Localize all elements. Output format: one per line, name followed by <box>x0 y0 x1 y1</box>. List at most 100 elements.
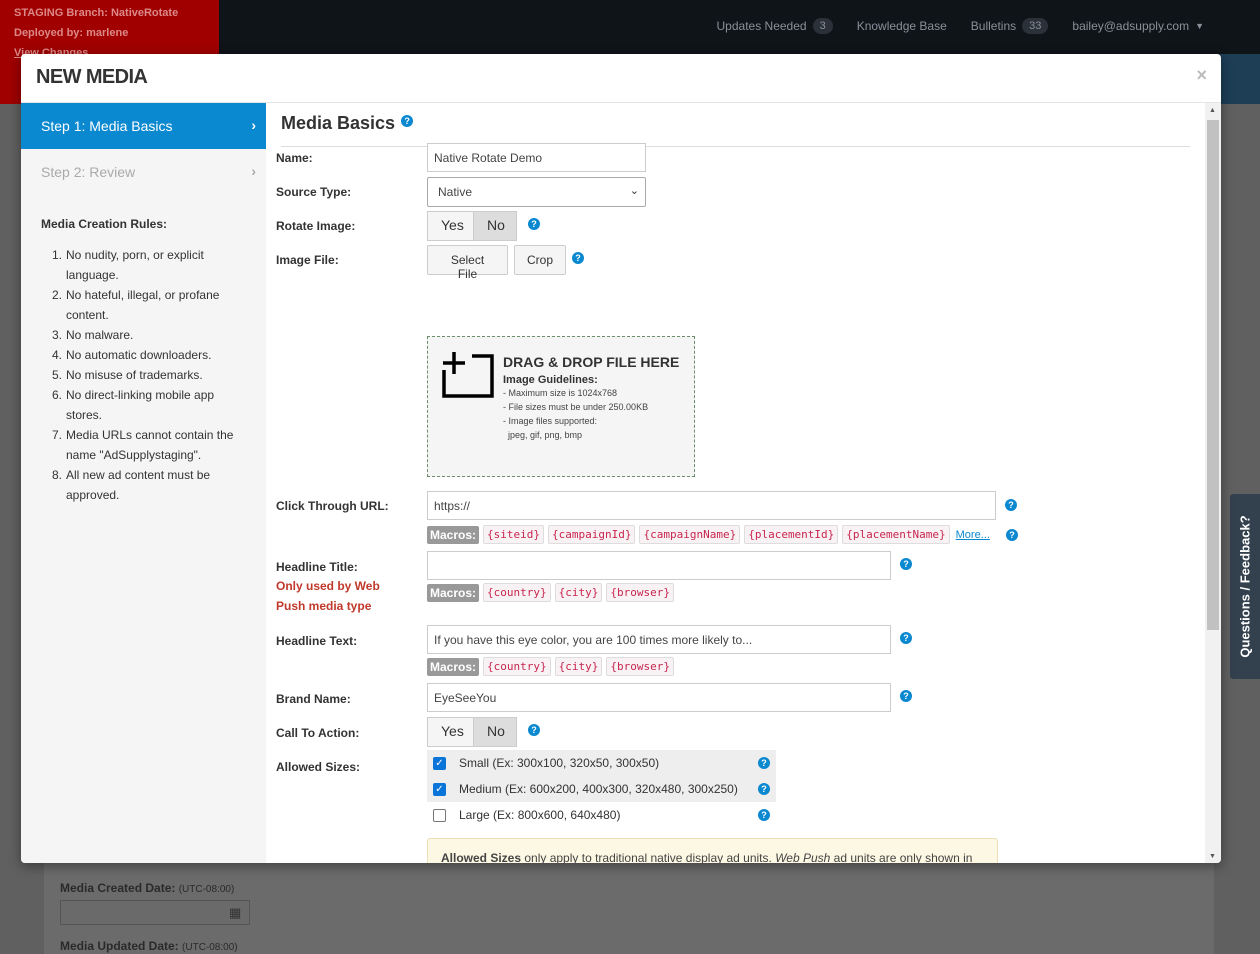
new-media-modal: NEW MEDIA × Step 1: Media Basics › Step … <box>21 54 1221 863</box>
rule-number: 1. <box>51 248 62 262</box>
feedback-tab[interactable]: Questions / Feedback? <box>1230 494 1260 679</box>
modal-scrollbar[interactable]: ▲ ▼ <box>1205 103 1221 863</box>
rotate-no-button[interactable]: No <box>473 211 517 241</box>
crop-button[interactable]: Crop <box>514 245 566 275</box>
media-basics-form: Media Basics ? Name: Native Rotate Demo … <box>266 103 1205 863</box>
macro-chip[interactable]: {siteid} <box>483 525 544 544</box>
size-option[interactable]: ✓ Small (Ex: 300x100, 320x50, 300x50)? <box>427 750 776 776</box>
headline-title-input[interactable] <box>427 551 891 580</box>
select-file-button[interactable]: Select File <box>427 245 508 281</box>
rule-text: No hateful, illegal, or profane content. <box>66 285 219 325</box>
caret-down-icon: ▼ <box>1195 21 1204 31</box>
nav-knowledge-base[interactable]: Knowledge Base <box>857 19 947 33</box>
wizard-sidebar: Step 1: Media Basics › Step 2: Review › … <box>21 103 266 863</box>
modal-title: NEW MEDIA <box>36 66 148 88</box>
scroll-down-icon[interactable]: ▼ <box>1209 853 1216 860</box>
image-file-label: Image File: <box>276 253 339 267</box>
headline-text-input[interactable]: If you have this eye color, you are 100 … <box>427 625 891 654</box>
media-updated-label: Media Updated Date: (UTC-08:00) <box>60 939 238 953</box>
rule-text: No automatic downloaders. <box>66 345 211 365</box>
guideline-max-size: - Maximum size is 1024x768 <box>503 388 618 398</box>
step-label: Step 1: Media Basics <box>41 118 173 134</box>
nav-updates-label: Updates Needed <box>716 19 807 33</box>
more-macros-link[interactable]: More... <box>956 529 990 541</box>
rule-line: No hateful, illegal, or profane <box>66 288 220 302</box>
rule-number: 3. <box>51 328 62 342</box>
help-icon[interactable]: ? <box>528 218 540 230</box>
rule-item: 6. No direct-linking mobile app stores. <box>41 385 246 425</box>
size-option[interactable]: Large (Ex: 800x600, 640x480)? <box>427 802 776 828</box>
dropzone-guidelines-title: Image Guidelines: <box>503 374 598 386</box>
rotate-yes-button[interactable]: Yes <box>427 211 474 241</box>
rule-text: All new ad content must be approved. <box>66 465 210 505</box>
bulletins-count-badge: 33 <box>1022 18 1049 34</box>
macro-chip[interactable]: {country} <box>483 657 551 676</box>
cta-no-button[interactable]: No <box>473 717 517 747</box>
step-media-basics[interactable]: Step 1: Media Basics › <box>21 103 266 149</box>
macro-chip[interactable]: {country} <box>483 583 551 602</box>
help-icon[interactable]: ? <box>758 783 770 795</box>
top-nav-links: Updates Needed 3 Knowledge Base Bulletin… <box>717 18 1204 34</box>
cta-yes-button[interactable]: Yes <box>427 717 474 747</box>
help-icon[interactable]: ? <box>1005 499 1017 511</box>
close-icon[interactable]: × <box>1196 65 1207 86</box>
rule-item: 1. No nudity, porn, or explicit language. <box>41 245 246 285</box>
size-option[interactable]: ✓ Medium (Ex: 600x200, 400x300, 320x480, … <box>427 776 776 802</box>
rotate-image-label: Rotate Image: <box>276 219 356 233</box>
size-checkbox[interactable]: ✓ <box>433 782 446 796</box>
brand-name-input[interactable]: EyeSeeYou <box>427 683 891 712</box>
nav-bulletins[interactable]: Bulletins 33 <box>971 18 1049 34</box>
help-icon[interactable]: ? <box>758 809 770 821</box>
rule-item: 4. No automatic downloaders. <box>41 345 246 365</box>
help-icon[interactable]: ? <box>758 757 770 769</box>
macro-chip[interactable]: {city} <box>554 583 603 602</box>
rule-line: All new ad content must be <box>66 468 211 482</box>
help-icon[interactable]: ? <box>900 558 912 570</box>
rule-text: No misuse of trademarks. <box>66 365 203 385</box>
image-dropzone[interactable]: DRAG & DROP FILE HERE Image Guidelines: … <box>427 336 695 477</box>
headline-title-note-1: Only used by Web <box>276 579 380 593</box>
rules-title: Media Creation Rules: <box>41 217 168 231</box>
rule-number: 5. <box>51 368 62 382</box>
headline-title-note-2: Push media type <box>276 599 372 613</box>
help-icon[interactable]: ? <box>572 252 584 264</box>
macro-chip[interactable]: {browser} <box>606 657 674 676</box>
size-checkbox[interactable]: ✓ <box>433 756 446 770</box>
help-icon[interactable]: ? <box>528 724 540 736</box>
nav-updates-needed[interactable]: Updates Needed 3 <box>717 18 833 34</box>
rule-text: No malware. <box>66 325 133 345</box>
created-label-text: Media Created Date: <box>60 881 176 895</box>
help-icon[interactable]: ? <box>900 690 912 702</box>
cta-toggle: Yes No <box>427 717 517 747</box>
macro-chip[interactable]: {campaignName} <box>639 525 741 544</box>
headline-text-label: Headline Text: <box>276 634 358 648</box>
rule-item: 7. Media URLs cannot contain the name "AdS… <box>41 425 246 465</box>
scroll-up-icon[interactable]: ▲ <box>1209 107 1216 114</box>
macro-chip[interactable]: {city} <box>554 657 603 676</box>
rule-line: Media URLs cannot contain the <box>66 428 234 442</box>
rule-text: Media URLs cannot contain the name "AdSup… <box>66 425 233 465</box>
user-menu[interactable]: bailey@adsupply.com ▼ <box>1072 19 1204 33</box>
rule-number: 2. <box>51 288 62 302</box>
rotate-image-toggle: Yes No <box>427 211 517 241</box>
nav-kb-label: Knowledge Base <box>856 19 947 33</box>
macro-chip[interactable]: {browser} <box>606 583 674 602</box>
source-type-select[interactable]: Native ⌄ <box>427 177 646 207</box>
help-icon[interactable]: ? <box>401 115 414 127</box>
step-review[interactable]: Step 2: Review › <box>21 149 266 195</box>
chevron-right-icon: › <box>251 117 256 133</box>
rule-line: approved. <box>66 488 120 502</box>
click-url-input[interactable]: https:// <box>427 491 996 520</box>
modal-body: Step 1: Media Basics › Step 2: Review › … <box>21 103 1221 863</box>
name-input[interactable]: Native Rotate Demo <box>427 143 646 172</box>
macro-chip[interactable]: {placementId} <box>744 525 839 544</box>
macro-chip[interactable]: {campaignId} <box>548 525 636 544</box>
size-checkbox[interactable] <box>433 808 446 822</box>
help-icon[interactable]: ? <box>1006 529 1018 541</box>
scroll-thumb[interactable] <box>1207 120 1219 630</box>
rule-number: 4. <box>51 348 62 362</box>
headline-text-macros: Macros: {country} {city} {browser} <box>427 657 674 676</box>
help-icon[interactable]: ? <box>900 632 912 644</box>
macro-chip[interactable]: {placementName} <box>842 525 950 544</box>
rule-item: 5. No misuse of trademarks. <box>41 365 246 385</box>
